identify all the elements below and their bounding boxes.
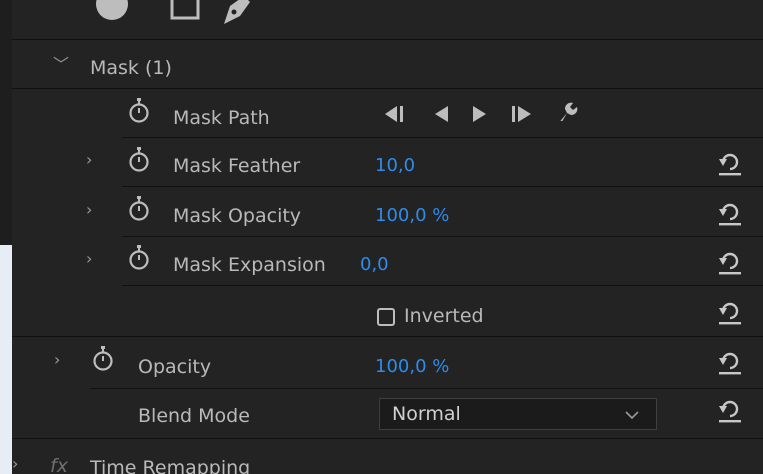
mask-opacity-value[interactable]: 100,0 % [375,204,449,228]
inverted-checkbox[interactable] [377,308,395,326]
effect-controls-panel: ﹀ Mask (1) Mask Path › Mask Feather 10,0 [12,0,763,474]
time-remapping-label[interactable]: Time Remapping [90,456,250,474]
mask-feather-label: Mask Feather [173,155,301,177]
blend-mode-label: Blend Mode [138,405,250,427]
separator [122,285,763,286]
stopwatch-icon[interactable] [128,245,150,271]
ellipse-mask-icon[interactable] [94,0,130,26]
stopwatch-icon[interactable] [128,196,150,222]
separator [122,137,763,138]
stopwatch-icon[interactable] [128,98,150,124]
separator [12,336,763,337]
mask-expansion-value[interactable]: 0,0 [360,253,389,277]
separator [90,388,763,389]
rectangle-mask-icon[interactable] [170,0,202,24]
wrench-icon[interactable] [553,101,581,121]
stopwatch-icon[interactable] [128,147,150,173]
mask-group-label[interactable]: Mask (1) [90,56,172,80]
reset-icon[interactable] [717,348,743,376]
separator [122,186,763,187]
separator [12,438,763,439]
reset-icon[interactable] [717,199,743,227]
track-forward-icon[interactable] [470,104,490,124]
separator [12,39,763,40]
mask-opacity-label: Mask Opacity [173,205,302,227]
track-backward-one-frame-icon[interactable] [383,104,409,124]
reset-icon[interactable] [717,298,743,326]
fx-icon[interactable]: fx [50,454,68,474]
separator [122,236,763,237]
mask-path-label: Mask Path [173,107,270,129]
separator [12,88,763,89]
stopwatch-icon[interactable] [92,346,114,372]
expand-chevron-icon[interactable]: › [86,249,92,269]
expand-chevron-icon[interactable]: › [12,454,18,474]
expand-chevron-icon[interactable]: › [86,150,92,170]
blend-mode-dropdown[interactable]: Normal [379,398,657,430]
opacity-value[interactable]: 100,0 % [375,355,449,379]
mask-expansion-label: Mask Expansion [173,254,326,276]
chevron-down-icon [625,411,639,420]
mask-feather-value[interactable]: 10,0 [375,154,415,178]
inverted-label[interactable]: Inverted [404,304,484,328]
window-background [0,245,12,474]
reset-icon[interactable] [717,248,743,276]
track-backward-icon[interactable] [432,104,452,124]
reset-icon[interactable] [717,149,743,177]
opacity-label: Opacity [138,356,212,378]
track-forward-one-frame-icon[interactable] [509,104,535,124]
reset-icon[interactable] [717,396,743,424]
pen-mask-icon[interactable] [220,0,254,28]
collapse-chevron-icon[interactable]: ﹀ [53,55,69,75]
blend-mode-value: Normal [392,403,461,425]
expand-chevron-icon[interactable]: › [54,350,60,370]
expand-chevron-icon[interactable]: › [86,200,92,220]
